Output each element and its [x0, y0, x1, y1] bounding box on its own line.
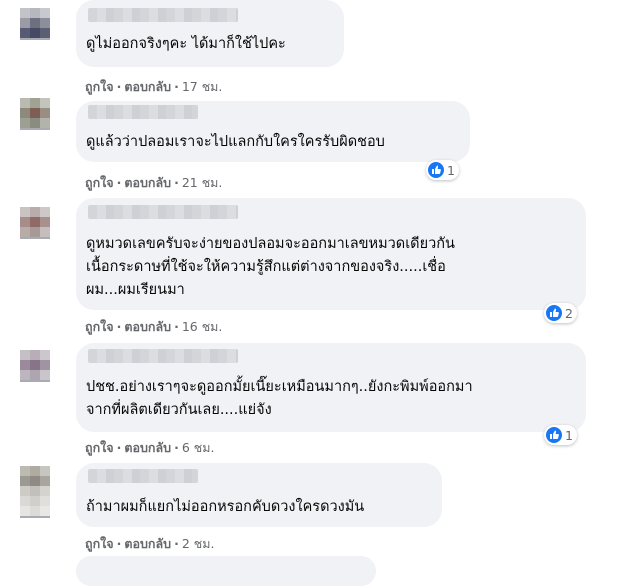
- reply-link[interactable]: ตอบกลับ: [124, 319, 171, 334]
- separator: ·: [174, 175, 179, 190]
- comment-text-line: ปชช.อย่างเราๆจะดูออกมั้ยเนี๊ยะเหมือนมากๆ…: [86, 379, 473, 395]
- separator: ·: [174, 440, 179, 455]
- comment-text-line: ถ้ามาผมก็แยกไม่ออกหรอกคับดวงใครดวงมัน: [86, 499, 365, 515]
- reply-link[interactable]: ตอบกลับ: [124, 440, 171, 455]
- separator: ·: [116, 536, 122, 551]
- timestamp[interactable]: 17 ชม.: [182, 79, 223, 94]
- reaction-count[interactable]: 1: [544, 425, 577, 445]
- avatar[interactable]: [20, 350, 50, 382]
- thumbs-up-icon: [546, 427, 562, 443]
- commenter-name[interactable]: [88, 469, 198, 483]
- comment-text-line: จากที่ผลิตเดียวกันเลย....แย่จัง: [86, 402, 272, 418]
- separator: ·: [116, 440, 122, 455]
- reaction-count[interactable]: 2: [544, 303, 577, 323]
- comment-text-line: เนื้อกระดาษที่ใช้จะให้ความรู้สึกแต่ต่างจ…: [86, 259, 446, 275]
- avatar[interactable]: [20, 8, 50, 40]
- comment-bubble-partial: [76, 556, 376, 586]
- like-link[interactable]: ถูกใจ: [85, 319, 114, 334]
- comment-actions: ถูกใจ · ตอบกลับ · 16 ชม.: [85, 317, 222, 337]
- timestamp[interactable]: 16 ชม.: [182, 319, 223, 334]
- separator: ·: [174, 536, 179, 551]
- comment-actions: ถูกใจ · ตอบกลับ · 6 ชม.: [85, 438, 214, 458]
- commenter-name[interactable]: [88, 205, 238, 219]
- separator: ·: [116, 319, 122, 334]
- commenter-name[interactable]: [88, 105, 198, 119]
- like-link[interactable]: ถูกใจ: [85, 79, 114, 94]
- timestamp[interactable]: 2 ชม.: [182, 536, 215, 551]
- reaction-number: 1: [447, 162, 455, 178]
- separator: ·: [174, 79, 179, 94]
- like-link[interactable]: ถูกใจ: [85, 440, 114, 455]
- comment-text-line: ดูไม่ออกจริงๆคะ ได้มาก็ใช้ไปคะ: [86, 36, 286, 52]
- comment-bubble: ดูแล้วว่าปลอมเราจะไปแลกกับใครใครรับผิดชอ…: [76, 101, 470, 162]
- reaction-count[interactable]: 1: [426, 160, 459, 180]
- comment-bubble: ถ้ามาผมก็แยกไม่ออกหรอกคับดวงใครดวงมัน: [76, 463, 442, 527]
- timestamp[interactable]: 21 ชม.: [182, 175, 223, 190]
- reaction-number: 2: [565, 305, 573, 321]
- commenter-name[interactable]: [88, 8, 238, 22]
- comment-actions: ถูกใจ · ตอบกลับ · 21 ชม.: [85, 173, 222, 193]
- reply-link[interactable]: ตอบกลับ: [124, 175, 171, 190]
- avatar[interactable]: [20, 207, 50, 239]
- thumbs-up-icon: [546, 305, 562, 321]
- comment-actions: ถูกใจ · ตอบกลับ · 2 ชม.: [85, 534, 214, 554]
- comment-bubble: ปชช.อย่างเราๆจะดูออกมั้ยเนี๊ยะเหมือนมากๆ…: [76, 343, 586, 432]
- like-link[interactable]: ถูกใจ: [85, 175, 114, 190]
- comment-bubble: ดูหมวดเลขครับจะง่ายของปลอมจะออกมาเลขหมวด…: [76, 198, 586, 310]
- separator: ·: [116, 79, 122, 94]
- commenter-name[interactable]: [88, 349, 238, 363]
- comment-actions: ถูกใจ · ตอบกลับ · 17 ชม.: [85, 77, 222, 97]
- like-link[interactable]: ถูกใจ: [85, 536, 114, 551]
- timestamp[interactable]: 6 ชม.: [182, 440, 215, 455]
- reply-link[interactable]: ตอบกลับ: [124, 536, 171, 551]
- comment-bubble: ดูไม่ออกจริงๆคะ ได้มาก็ใช้ไปคะ: [76, 0, 344, 67]
- separator: ·: [174, 319, 179, 334]
- thumbs-up-icon: [428, 162, 444, 178]
- reply-link[interactable]: ตอบกลับ: [124, 79, 171, 94]
- reaction-number: 1: [565, 427, 573, 443]
- comment-text-line: ผม...ผมเรียนมา: [86, 282, 185, 298]
- avatar[interactable]: [20, 466, 50, 518]
- comment-text-line: ดูหมวดเลขครับจะง่ายของปลอมจะออกมาเลขหมวด…: [86, 236, 455, 252]
- comment-text-line: ดูแล้วว่าปลอมเราจะไปแลกกับใครใครรับผิดชอ…: [86, 134, 385, 150]
- avatar[interactable]: [20, 98, 50, 130]
- separator: ·: [116, 175, 122, 190]
